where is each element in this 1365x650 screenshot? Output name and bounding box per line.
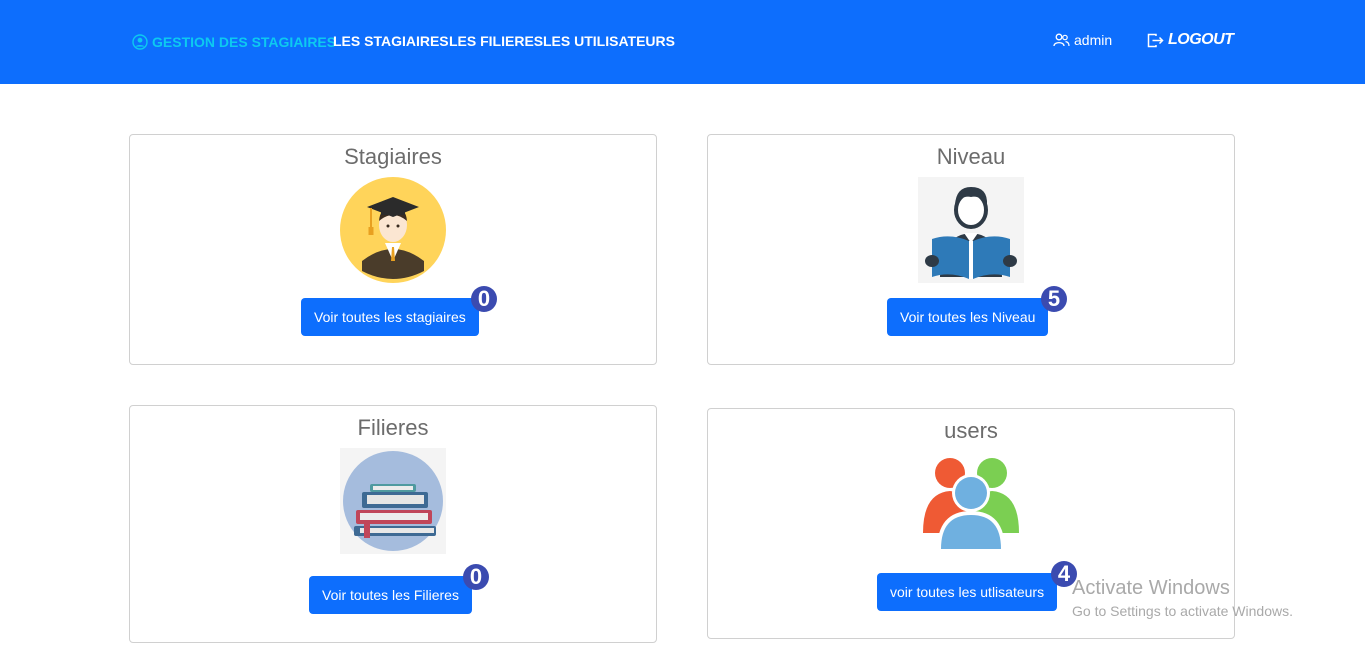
card-niveau: Niveau Voir toutes les Niveau 5 (707, 134, 1235, 365)
logout-label: LOGOUT (1168, 31, 1234, 48)
brand-link[interactable]: GESTION DES STAGIAIRES (132, 33, 336, 51)
count-badge: 0 (463, 564, 489, 590)
voir-niveau-button[interactable]: Voir toutes les Niveau (887, 298, 1049, 336)
card-title: Filieres (357, 415, 429, 440)
user-menu-link[interactable]: admin (1053, 32, 1112, 48)
card-title: Niveau (936, 144, 1006, 169)
logout-link[interactable]: LOGOUT (1147, 31, 1234, 49)
card-title: users (944, 418, 998, 443)
card-stagiaires: Stagiaires Voir toutes les stagiaires 0 (129, 134, 657, 365)
voir-utilisateurs-button[interactable]: voir toutes les utlisateurs (877, 573, 1058, 611)
reader-icon (918, 177, 1024, 283)
card-filieres: Filieres Voir toutes les Filieres 0 (129, 405, 657, 643)
nav-link-filieres[interactable]: LES FILIERES (449, 33, 543, 49)
nav-link-utilisateurs[interactable]: LES UTILISATEURS (543, 33, 675, 49)
brand-label: GESTION DES STAGIAIRES (152, 34, 337, 50)
books-icon (340, 448, 446, 554)
activate-windows-title: Activate Windows (1072, 577, 1230, 599)
count-badge: 5 (1041, 286, 1067, 312)
users-icon (923, 458, 1019, 551)
voir-filieres-button[interactable]: Voir toutes les Filieres (309, 576, 472, 614)
graduate-icon (340, 177, 446, 283)
count-badge: 0 (471, 286, 497, 312)
card-title: Stagiaires (344, 144, 442, 169)
top-navbar: GESTION DES STAGIAIRES LES STAGIAIRES LE… (0, 0, 1365, 84)
logout-icon (1147, 33, 1164, 47)
user-circle-icon (132, 34, 148, 50)
people-icon (1053, 33, 1070, 47)
voir-stagiaires-button[interactable]: Voir toutes les stagiaires (301, 298, 479, 336)
nav-link-stagiaires[interactable]: LES STAGIAIRES (333, 33, 449, 49)
activate-windows-subtitle: Go to Settings to activate Windows. (1072, 603, 1293, 619)
username-label: admin (1074, 32, 1113, 48)
